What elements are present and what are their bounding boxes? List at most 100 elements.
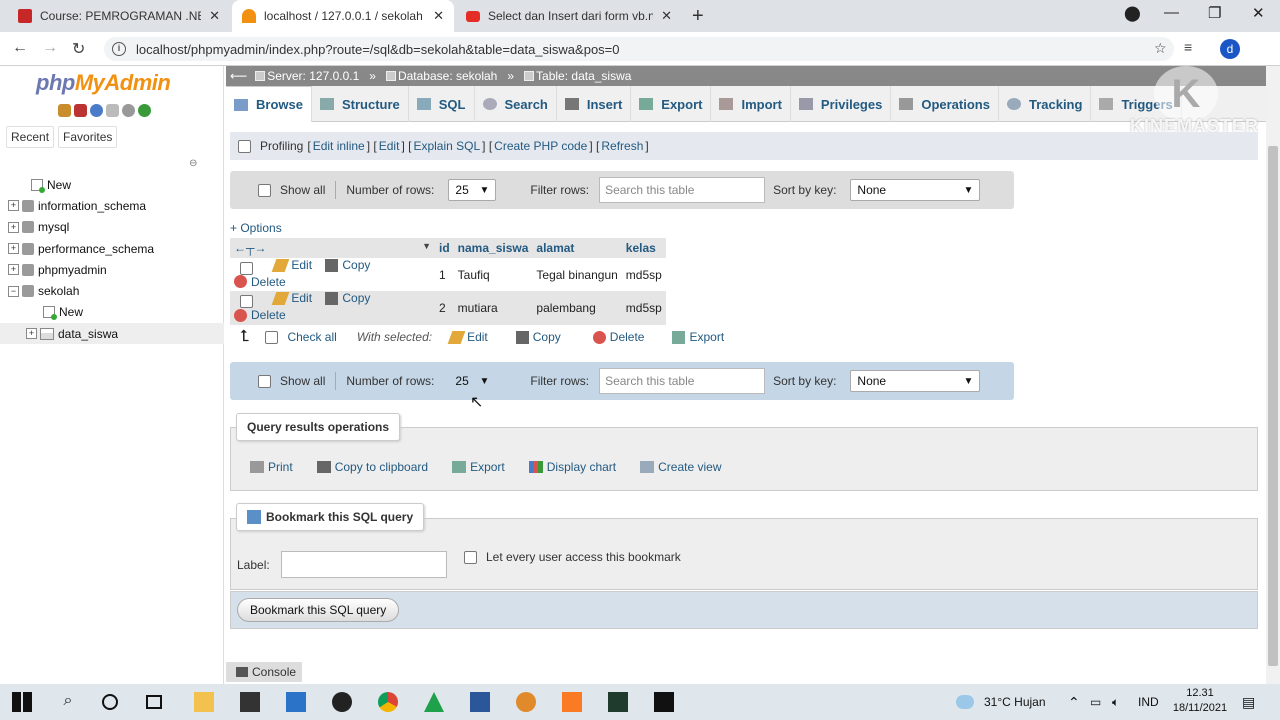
close-icon[interactable]: ✕ xyxy=(433,8,444,24)
store-icon[interactable] xyxy=(240,692,260,712)
row-edit-button[interactable]: Edit xyxy=(271,258,312,272)
home-icon[interactable] xyxy=(58,104,71,117)
weather-widget[interactable]: 31°C Hujan xyxy=(956,684,1046,720)
logout-icon[interactable] xyxy=(74,104,87,117)
collapse-arrow-icon[interactable]: ⟵ xyxy=(230,69,247,83)
settings-gear-icon[interactable] xyxy=(122,104,135,117)
cell-id[interactable]: 2 xyxy=(435,291,454,325)
filter-rows-input[interactable]: Search this table xyxy=(599,368,766,394)
page-scrollbar[interactable] xyxy=(1266,66,1280,686)
favorites-tab[interactable]: Favorites xyxy=(58,126,118,148)
tray-chevron-up-icon[interactable]: ⌃ xyxy=(1068,684,1080,720)
battery-icon[interactable]: ▭ xyxy=(1090,684,1101,720)
create-php-code-link[interactable]: Create PHP code xyxy=(494,139,587,153)
options-link[interactable]: + Options xyxy=(230,221,282,235)
breadcrumb-database[interactable]: Database: sekolah xyxy=(385,69,497,83)
minimize-icon[interactable]: — xyxy=(1164,4,1179,21)
tree-item-data-siswa[interactable]: + data_siswa xyxy=(0,323,224,345)
app-orange-icon[interactable] xyxy=(516,692,536,712)
print-link[interactable]: Print xyxy=(250,460,293,474)
row-edit-button[interactable]: Edit xyxy=(271,291,312,305)
bookmark-label-input[interactable] xyxy=(281,551,447,578)
expand-plus-icon[interactable]: + xyxy=(8,243,19,255)
tree-item-performance-schema[interactable]: + performance_schema xyxy=(0,238,224,259)
number-of-rows-select[interactable]: 25 ▼ xyxy=(448,370,497,392)
column-resize-icon[interactable]: ←┬→ xyxy=(234,241,267,255)
tab-search-icon[interactable]: ⬤ xyxy=(1124,4,1141,22)
explain-sql-link[interactable]: Explain SQL xyxy=(413,139,480,153)
every-user-checkbox[interactable] xyxy=(464,551,477,564)
sort-by-key-select[interactable]: None ▼ xyxy=(850,179,981,201)
xampp-icon[interactable] xyxy=(562,692,582,712)
edit-inline-link[interactable]: Edit inline xyxy=(313,139,365,153)
tab-operations[interactable]: Operations xyxy=(891,86,999,122)
show-all-checkbox[interactable] xyxy=(258,183,271,197)
windows-start-icon[interactable] xyxy=(12,692,32,712)
row-delete-button[interactable]: Delete xyxy=(234,308,286,322)
tree-item-information-schema[interactable]: + information_schema xyxy=(0,195,224,216)
bulk-delete-button[interactable]: Delete xyxy=(592,330,644,344)
volume-icon[interactable]: 🔈︎ xyxy=(1112,684,1119,720)
sort-by-key-select[interactable]: None ▼ xyxy=(850,370,981,392)
tab-search[interactable]: Search xyxy=(475,86,557,122)
tab-insert[interactable]: Insert xyxy=(557,86,632,122)
bulk-copy-button[interactable]: Copy xyxy=(515,330,561,344)
docs-icon[interactable] xyxy=(106,104,119,117)
cortana-icon[interactable] xyxy=(102,694,118,710)
url-bar[interactable]: i localhost/phpmyadmin/index.php?route=/… xyxy=(104,37,1174,61)
app-dark-icon[interactable] xyxy=(608,692,628,712)
scrollbar-thumb[interactable] xyxy=(1268,146,1278,666)
cell-alamat[interactable]: palembang xyxy=(532,291,622,325)
show-all-checkbox[interactable] xyxy=(258,374,271,388)
chrome-icon[interactable] xyxy=(378,692,398,712)
cell-kelas[interactable]: md5sp xyxy=(621,258,666,292)
column-header-kelas[interactable]: kelas xyxy=(621,238,666,258)
recent-tab[interactable]: Recent xyxy=(6,126,55,148)
taskbar-clock[interactable]: 12.31 18/11/2021 xyxy=(1170,686,1230,716)
tree-item-phpmyadmin[interactable]: + phpmyadmin xyxy=(0,259,224,280)
row-checkbox[interactable] xyxy=(240,295,253,309)
bulk-edit-button[interactable]: Edit xyxy=(447,330,488,344)
column-header-alamat[interactable]: alamat xyxy=(532,238,622,258)
search-icon[interactable]: ⌕ xyxy=(58,692,78,712)
reload-icon[interactable]: ↻ xyxy=(72,39,85,59)
display-chart-link[interactable]: Display chart xyxy=(528,460,616,474)
tab-structure[interactable]: Structure xyxy=(312,86,409,122)
check-all-checkbox[interactable] xyxy=(265,330,279,344)
export-link[interactable]: Export xyxy=(452,460,505,474)
tab-export[interactable]: Export xyxy=(631,86,712,122)
terminal-icon[interactable] xyxy=(654,692,674,712)
tree-item-new[interactable]: New xyxy=(0,174,224,195)
column-header-id[interactable]: id xyxy=(435,238,454,258)
new-tab-button[interactable]: + xyxy=(692,5,704,28)
tab-browse[interactable]: Browse xyxy=(226,86,312,122)
profiling-checkbox[interactable] xyxy=(238,139,251,153)
expand-plus-icon[interactable]: + xyxy=(26,328,37,340)
cell-nama-siswa[interactable]: mutiara xyxy=(453,291,533,325)
cell-nama-siswa[interactable]: Taufiq xyxy=(453,258,533,292)
help-icon[interactable] xyxy=(90,104,103,117)
word-icon[interactable] xyxy=(470,692,490,712)
row-delete-button[interactable]: Delete xyxy=(234,275,286,289)
file-explorer-icon[interactable] xyxy=(194,692,214,712)
row-copy-button[interactable]: Copy xyxy=(325,291,370,305)
number-of-rows-select[interactable]: 25 ▼ xyxy=(448,179,497,201)
browser-tab-course[interactable]: Course: PEMROGRAMAN .NET LA ✕ xyxy=(8,0,230,32)
sort-arrow-icon[interactable]: ▼ xyxy=(422,241,431,251)
media-player-icon[interactable] xyxy=(332,692,352,712)
expand-plus-icon[interactable]: + xyxy=(8,264,19,276)
tree-item-sekolah-new[interactable]: New xyxy=(0,302,224,323)
filter-rows-input[interactable]: Search this table xyxy=(599,177,766,203)
tab-sql[interactable]: SQL xyxy=(409,86,475,122)
link-with-main-icon[interactable]: ⊖ xyxy=(189,158,197,169)
profile-avatar[interactable]: d xyxy=(1220,39,1240,59)
back-arrow-icon[interactable]: ← xyxy=(12,39,28,57)
cell-alamat[interactable]: Tegal binangun xyxy=(532,258,622,292)
row-copy-button[interactable]: Copy xyxy=(325,258,370,272)
browser-tab-youtube[interactable]: Select dan Insert dari form vb.ne ✕ xyxy=(456,0,682,32)
collapse-minus-icon[interactable]: − xyxy=(8,285,19,297)
site-info-icon[interactable]: i xyxy=(112,42,126,56)
tab-tracking[interactable]: Tracking xyxy=(999,86,1092,122)
tree-item-mysql[interactable]: + mysql xyxy=(0,217,224,238)
console-toggle[interactable]: Console xyxy=(226,662,302,682)
